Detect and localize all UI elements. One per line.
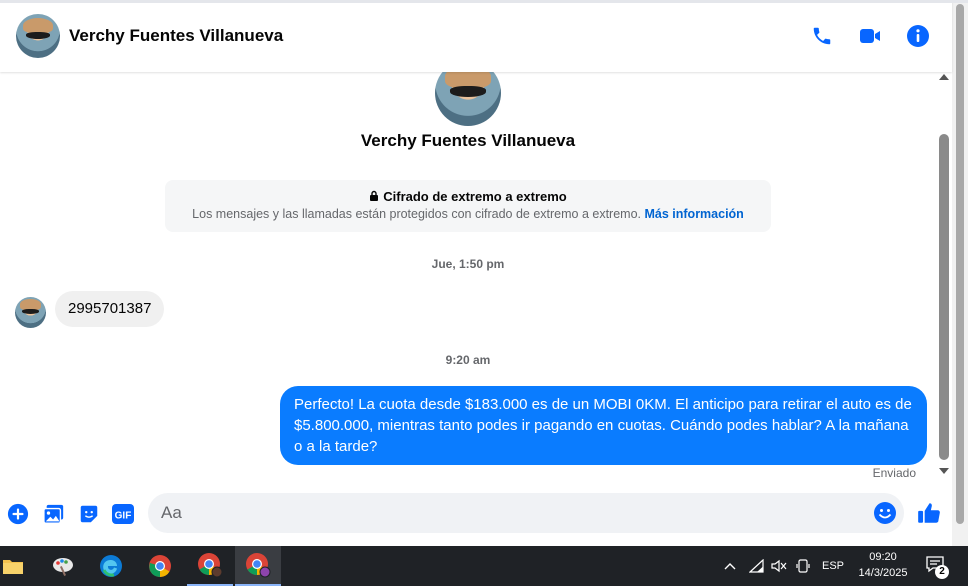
encryption-description: Los mensajes y las llamadas están proteg… xyxy=(192,207,642,221)
language-indicator[interactable]: ESP xyxy=(822,546,844,586)
notification-center-icon[interactable]: 2 xyxy=(925,555,949,579)
clock-date: 14/3/2025 xyxy=(858,567,908,579)
scroll-thumb[interactable] xyxy=(939,134,949,460)
notification-count-badge: 2 xyxy=(935,565,949,579)
sender-avatar[interactable] xyxy=(15,297,46,328)
gallery-icon[interactable] xyxy=(42,502,66,526)
contact-name[interactable]: Verchy Fuentes Villanueva xyxy=(69,26,283,46)
device-icon[interactable] xyxy=(796,546,810,586)
header-actions xyxy=(810,24,930,48)
message-list[interactable]: Verchy Fuentes Villanueva Cifrado de ext… xyxy=(0,72,952,484)
scroll-down-arrow-icon[interactable] xyxy=(939,468,949,474)
thumbs-up-icon[interactable] xyxy=(916,500,942,531)
sticker-icon[interactable] xyxy=(77,502,101,526)
chrome-profile-icon[interactable] xyxy=(187,546,233,586)
message-status: Enviado xyxy=(872,466,916,480)
more-info-link[interactable]: Más información xyxy=(645,207,744,221)
message-composer: GIF xyxy=(0,484,952,546)
encryption-title: Cifrado de extremo a extremo xyxy=(383,189,567,204)
emoji-icon[interactable] xyxy=(873,501,897,530)
message-timestamp: 9:20 am xyxy=(445,353,491,367)
phone-icon[interactable] xyxy=(810,24,834,48)
show-hidden-icons-chevron-icon[interactable] xyxy=(723,546,737,586)
network-icon[interactable] xyxy=(749,546,765,586)
encryption-notice: Cifrado de extremo a extremo Los mensaje… xyxy=(165,180,771,232)
outgoing-message[interactable]: Perfecto! La cuota desde $183.000 es de … xyxy=(280,386,927,465)
chrome-profile-active-icon[interactable] xyxy=(235,546,281,586)
window-top-strip xyxy=(0,0,968,3)
paint-icon[interactable] xyxy=(40,546,86,586)
plus-circle-icon[interactable] xyxy=(6,502,30,526)
svg-text:GIF: GIF xyxy=(115,511,132,522)
file-explorer-icon[interactable] xyxy=(0,546,36,586)
chrome-icon[interactable] xyxy=(137,546,183,586)
video-camera-icon[interactable] xyxy=(858,24,882,48)
system-clock[interactable]: 09:20 14/3/2025 xyxy=(855,549,911,581)
window-scrollbar[interactable] xyxy=(952,0,968,546)
contact-avatar[interactable] xyxy=(16,14,60,58)
message-timestamp: Jue, 1:50 pm xyxy=(431,257,505,271)
chat-scrollbar[interactable] xyxy=(936,72,952,484)
edge-icon[interactable] xyxy=(88,546,134,586)
gif-icon[interactable]: GIF xyxy=(111,502,135,526)
lock-icon xyxy=(369,189,379,204)
profile-avatar[interactable] xyxy=(435,72,501,126)
info-icon[interactable] xyxy=(906,24,930,48)
speaker-muted-icon[interactable] xyxy=(771,546,787,586)
incoming-message[interactable]: 2995701387 xyxy=(55,291,165,327)
scroll-up-arrow-icon[interactable] xyxy=(939,74,949,80)
windows-taskbar: ESP 09:20 14/3/2025 2 xyxy=(0,546,968,586)
message-input[interactable] xyxy=(148,493,904,533)
window-scroll-thumb[interactable] xyxy=(956,4,964,524)
chat-header: Verchy Fuentes Villanueva xyxy=(0,0,952,72)
clock-time: 09:20 xyxy=(869,551,897,563)
profile-name: Verchy Fuentes Villanueva xyxy=(360,131,576,150)
